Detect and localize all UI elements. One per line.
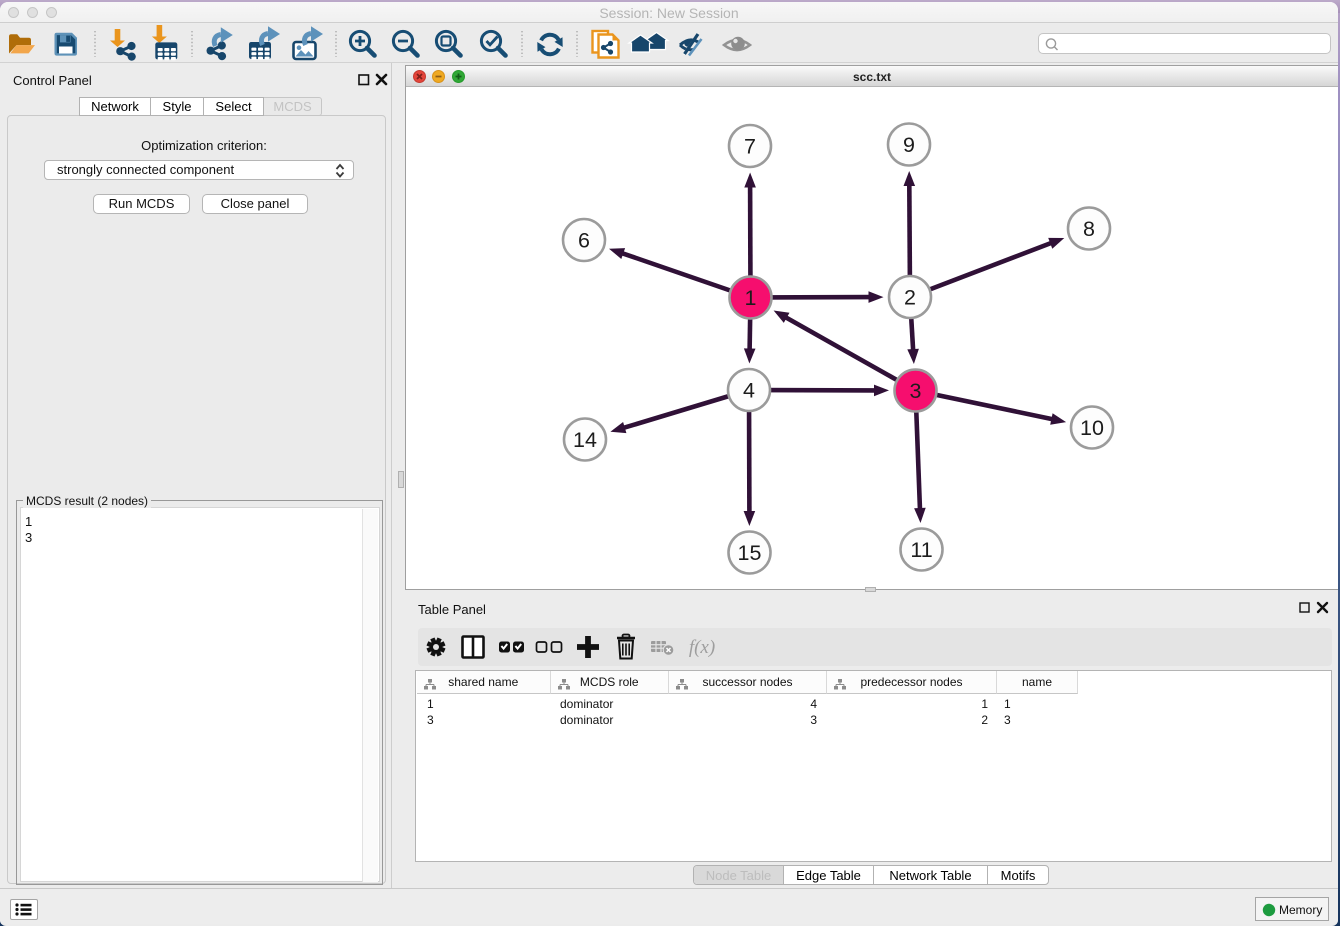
svg-text:f(x): f(x) — [689, 637, 715, 658]
svg-text:11: 11 — [910, 538, 932, 562]
svg-text:6: 6 — [578, 229, 590, 253]
svg-text:8: 8 — [1083, 217, 1095, 241]
svg-text:10: 10 — [1080, 416, 1104, 440]
svg-text:2: 2 — [904, 286, 916, 310]
svg-text:14: 14 — [573, 428, 597, 452]
svg-text:7: 7 — [744, 135, 756, 159]
svg-text:4: 4 — [743, 379, 755, 403]
svg-text:1: 1 — [745, 286, 757, 310]
svg-text:3: 3 — [910, 379, 922, 403]
svg-text:9: 9 — [903, 133, 915, 157]
svg-text:15: 15 — [738, 541, 762, 565]
